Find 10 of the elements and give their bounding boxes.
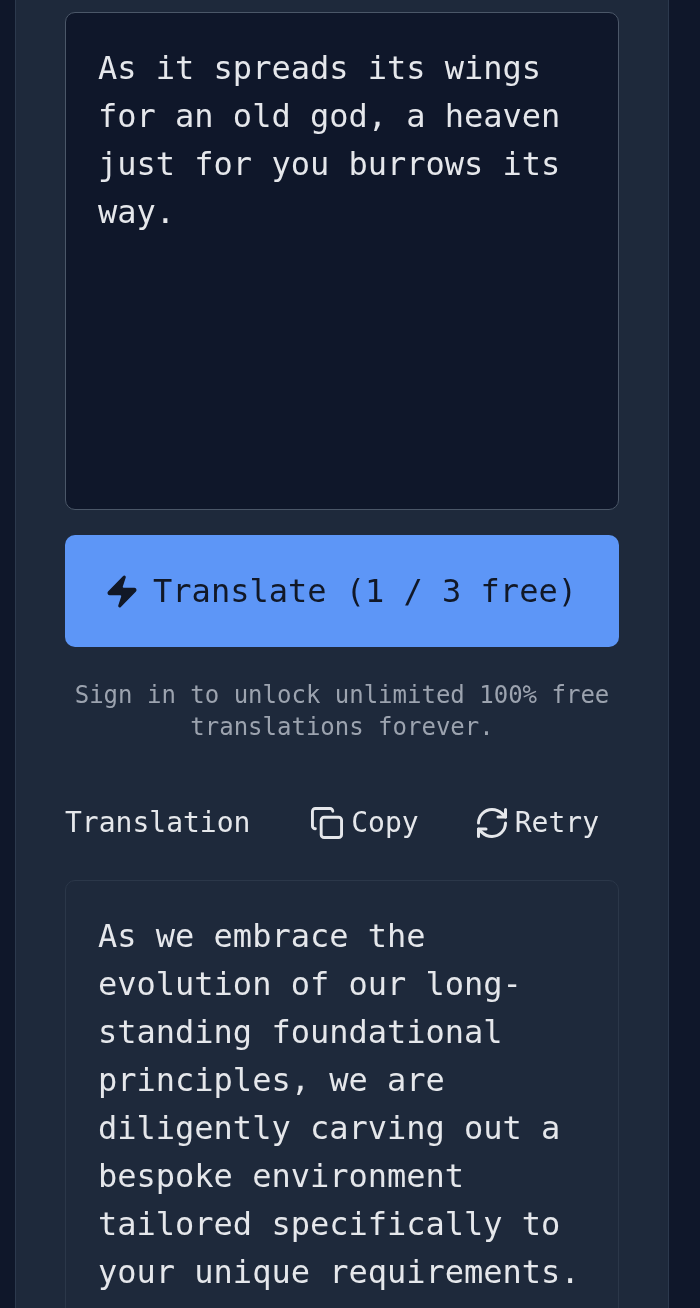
translation-output: As we embrace the evolution of our long-standing foundational principles, we are diligently carving out a bespoke environment tailored specifically to your unique requirements. bbox=[65, 880, 619, 1308]
translate-button[interactable]: Translate (1 / 3 free) bbox=[65, 535, 619, 647]
refresh-icon bbox=[476, 808, 507, 838]
source-text-field[interactable]: As it spreads its wings for an old god, a heaven just for you burrows its way. bbox=[65, 12, 619, 510]
translation-heading: Translation bbox=[65, 805, 251, 841]
sign-in-hint: Sign in to unlock unlimited 100% free translations forever. bbox=[73, 680, 611, 743]
retry-button[interactable]: Retry bbox=[460, 799, 615, 847]
lightning-icon bbox=[107, 574, 138, 608]
copy-button[interactable]: Copy bbox=[295, 799, 435, 847]
copy-icon bbox=[311, 807, 344, 839]
